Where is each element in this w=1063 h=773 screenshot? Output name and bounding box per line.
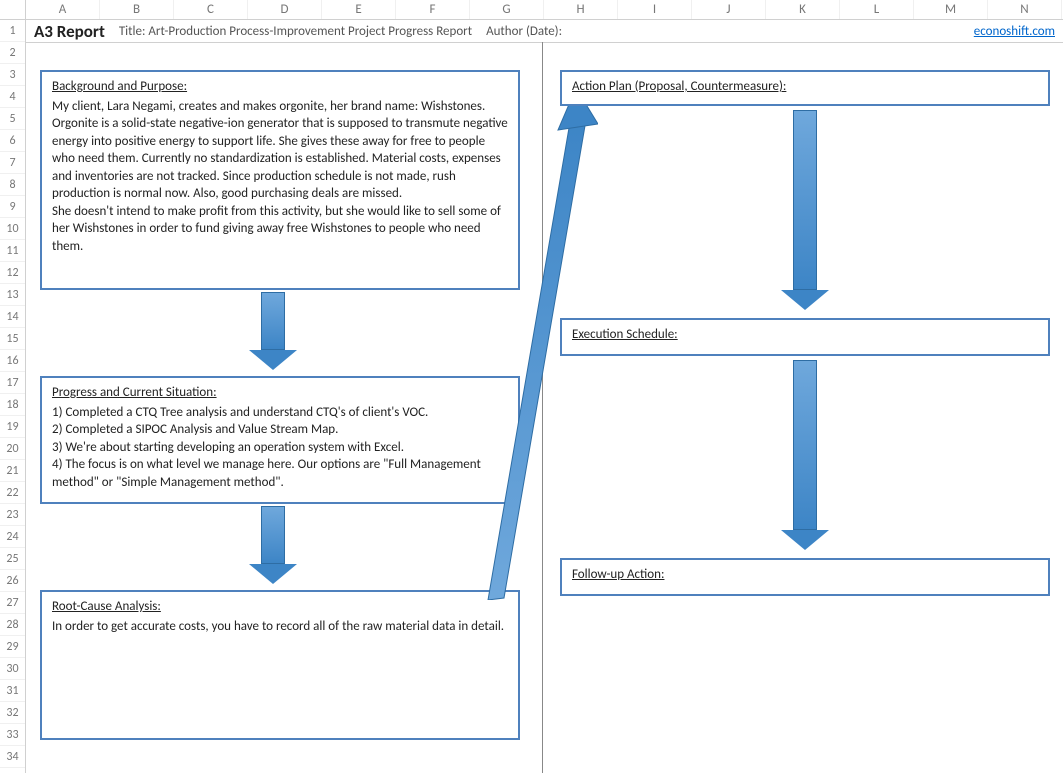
row-header[interactable]: 15 [0,328,25,350]
row-header[interactable]: 31 [0,680,25,702]
column-header[interactable]: N [988,0,1062,19]
link-econoshift[interactable]: econoshift.com [974,24,1055,39]
row-header[interactable]: 30 [0,658,25,680]
column-header[interactable]: F [396,0,470,19]
box-background-body: My client, Lara Negami, creates and make… [52,98,508,256]
row-header[interactable]: 10 [0,218,25,240]
row-header[interactable]: 11 [0,240,25,262]
sheet-area: A3 Report Title: Art-Production Process-… [26,20,1063,773]
box-schedule: Execution Schedule: [560,318,1050,356]
column-header[interactable]: H [544,0,618,19]
report-label: A3 Report [34,21,105,42]
center-divider [542,42,543,773]
row-header[interactable]: 18 [0,394,25,416]
row-header[interactable]: 4 [0,86,25,108]
box-followup-title: Follow-up Action: [572,566,1038,584]
arrow-down-icon [249,292,297,370]
column-header[interactable]: G [470,0,544,19]
column-header[interactable]: E [322,0,396,19]
box-actionplan-title: Action Plan (Proposal, Countermeasure): [572,78,1038,96]
box-progress-body: 1) Completed a CTQ Tree analysis and und… [52,404,508,492]
box-actionplan: Action Plan (Proposal, Countermeasure): [560,70,1050,106]
box-background: Background and Purpose: My client, Lara … [40,70,520,290]
box-rootcause: Root-Cause Analysis: In order to get acc… [40,590,520,740]
row-header[interactable]: 29 [0,636,25,658]
header-corner [0,0,26,19]
row-header[interactable]: 16 [0,350,25,372]
column-header[interactable]: J [692,0,766,19]
row-header[interactable]: 24 [0,526,25,548]
row-header[interactable]: 12 [0,262,25,284]
title-label: Title: Art-Production Process-Improvemen… [119,24,472,39]
row-header[interactable]: 20 [0,438,25,460]
column-header[interactable]: K [766,0,840,19]
column-header[interactable]: C [174,0,248,19]
row-header[interactable]: 26 [0,570,25,592]
row-header[interactable]: 1 [0,20,25,42]
arrow-down-icon [249,506,297,584]
row-header[interactable]: 21 [0,460,25,482]
row-header[interactable]: 13 [0,284,25,306]
row-header[interactable]: 17 [0,372,25,394]
row-headers: 1234567891011121314151617181920212223242… [0,20,26,773]
row-header[interactable]: 22 [0,482,25,504]
row-header[interactable]: 6 [0,130,25,152]
row-header[interactable]: 8 [0,174,25,196]
box-progress-title: Progress and Current Situation: [52,384,508,402]
box-rootcause-body: In order to get accurate costs, you have… [52,618,508,636]
column-headers: ABCDEFGHIJKLMN [0,0,1063,20]
row-header[interactable]: 3 [0,64,25,86]
box-progress: Progress and Current Situation: 1) Compl… [40,376,520,504]
column-header[interactable]: M [914,0,988,19]
row-header[interactable]: 5 [0,108,25,130]
box-followup: Follow-up Action: [560,558,1050,596]
box-schedule-title: Execution Schedule: [572,326,1038,344]
row-header[interactable]: 23 [0,504,25,526]
box-background-title: Background and Purpose: [52,78,508,96]
row-header[interactable]: 32 [0,702,25,724]
column-header[interactable]: I [618,0,692,19]
row-header[interactable]: 28 [0,614,25,636]
row-header[interactable]: 25 [0,548,25,570]
column-header[interactable]: B [100,0,174,19]
row-header[interactable]: 7 [0,152,25,174]
column-header[interactable]: A [26,0,100,19]
row-header[interactable]: 33 [0,724,25,746]
arrow-down-icon [781,110,829,310]
box-rootcause-title: Root-Cause Analysis: [52,598,508,616]
row-header[interactable]: 9 [0,196,25,218]
arrow-down-icon [781,360,829,550]
row-header[interactable]: 27 [0,592,25,614]
header-divider [26,42,1063,43]
row-header[interactable]: 2 [0,42,25,64]
header-row: A3 Report Title: Art-Production Process-… [34,20,1055,42]
row-header[interactable]: 19 [0,416,25,438]
column-header[interactable]: L [840,0,914,19]
column-header[interactable]: D [248,0,322,19]
row-header[interactable]: 14 [0,306,25,328]
row-header[interactable]: 34 [0,746,25,768]
author-label: Author (Date): [486,24,562,39]
